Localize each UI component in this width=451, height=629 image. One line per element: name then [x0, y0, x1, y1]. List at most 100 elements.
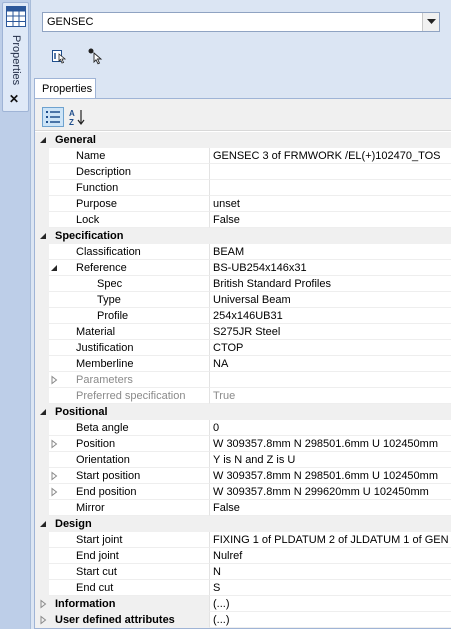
property-value-cell[interactable]: 254x146UB31 — [209, 308, 451, 324]
category-row-information[interactable]: Information (...) — [35, 596, 451, 612]
property-name-cell: Memberline — [49, 356, 209, 372]
property-value: 0 — [213, 422, 220, 434]
expand-arrow-icon[interactable] — [49, 439, 59, 449]
pick-element-icon[interactable] — [86, 46, 106, 66]
property-value-cell[interactable]: CTOP — [209, 340, 451, 356]
category-row-user-defined-attributes[interactable]: User defined attributes (...) — [35, 612, 451, 628]
property-row[interactable]: Beta angle 0 — [35, 420, 451, 436]
property-row[interactable]: Orientation Y is N and Z is U — [35, 452, 451, 468]
property-row[interactable]: Justification CTOP — [35, 340, 451, 356]
property-label: Material — [76, 326, 116, 338]
property-row[interactable]: Reference BS-UB254x146x31 — [35, 260, 451, 276]
property-value-cell[interactable]: S — [209, 580, 451, 596]
property-value-cell[interactable]: NA — [209, 356, 451, 372]
row-gutter — [35, 212, 49, 228]
property-value-cell[interactable]: Universal Beam — [209, 292, 451, 308]
property-row[interactable]: Start position W 309357.8mm N 298501.6mm … — [35, 468, 451, 484]
navigate-up-icon[interactable] — [49, 46, 69, 66]
property-row[interactable]: Function — [35, 180, 451, 196]
collapse-arrow-icon[interactable] — [38, 231, 48, 241]
property-value-cell[interactable]: W 309357.8mm N 299620mm U 102450mm — [209, 484, 451, 500]
property-value-cell[interactable]: N — [209, 564, 451, 580]
property-row[interactable]: Profile 254x146UB31 — [35, 308, 451, 324]
property-row[interactable]: Position W 309357.8mm N 298501.6mm U 1024… — [35, 436, 451, 452]
property-row[interactable]: Description — [35, 164, 451, 180]
property-row[interactable]: Start joint FIXING 1 of PLDATUM 2 of JLDA… — [35, 532, 451, 548]
dropdown-arrow-icon[interactable] — [422, 13, 439, 31]
collapse-arrow-icon[interactable] — [38, 135, 48, 145]
category-value-cell[interactable]: (...) — [209, 612, 451, 628]
property-row[interactable]: End joint Nulref — [35, 548, 451, 564]
property-value-cell[interactable]: False — [209, 212, 451, 228]
property-value-cell[interactable]: W 309357.8mm N 298501.6mm U 102450mm — [209, 436, 451, 452]
expand-arrow-icon[interactable] — [38, 615, 48, 625]
property-row[interactable]: Parameters — [35, 372, 451, 388]
property-row[interactable]: Name GENSEC 3 of FRMWORK /EL(+)102470_TOS — [35, 148, 451, 164]
property-value-cell[interactable]: BS-UB254x146x31 — [209, 260, 451, 276]
category-value-cell[interactable]: (...) — [209, 596, 451, 612]
property-value-cell[interactable]: False — [209, 500, 451, 516]
property-row[interactable]: Start cut N — [35, 564, 451, 580]
property-value-cell[interactable]: unset — [209, 196, 451, 212]
property-value-cell[interactable]: 0 — [209, 420, 451, 436]
property-value-cell[interactable]: Y is N and Z is U — [209, 452, 451, 468]
property-row[interactable]: Material S275JR Steel — [35, 324, 451, 340]
property-name-cell: Name — [49, 148, 209, 164]
property-name-cell: Spec — [49, 276, 209, 292]
property-value: N — [213, 566, 221, 578]
property-row[interactable]: Mirror False — [35, 500, 451, 516]
row-gutter — [35, 292, 49, 308]
property-value: unset — [213, 198, 240, 210]
property-name-cell: Justification — [49, 340, 209, 356]
property-value: Nulref — [213, 550, 243, 562]
property-row[interactable]: End position W 309357.8mm N 299620mm U 10… — [35, 484, 451, 500]
property-row[interactable]: Lock False — [35, 212, 451, 228]
expand-arrow-icon[interactable] — [49, 487, 59, 497]
tab-properties[interactable]: Properties — [34, 78, 96, 99]
property-label: Start joint — [76, 534, 123, 546]
property-value-cell[interactable]: BEAM — [209, 244, 451, 260]
row-gutter — [35, 420, 49, 436]
property-label: Type — [97, 294, 121, 306]
property-row[interactable]: Purpose unset — [35, 196, 451, 212]
row-gutter — [35, 436, 49, 452]
dock-strip: Properties ✕ — [0, 0, 31, 629]
property-value-cell[interactable] — [209, 164, 451, 180]
category-row-specification[interactable]: Specification — [35, 228, 451, 244]
property-name-cell: Reference — [49, 260, 209, 276]
property-value-cell[interactable]: Nulref — [209, 548, 451, 564]
collapse-arrow-icon[interactable] — [38, 519, 48, 529]
property-value-cell[interactable]: W 309357.8mm N 298501.6mm U 102450mm — [209, 468, 451, 484]
svg-text:Z: Z — [69, 118, 74, 127]
property-value-cell[interactable]: British Standard Profiles — [209, 276, 451, 292]
property-value-cell[interactable]: S275JR Steel — [209, 324, 451, 340]
sort-alphabetical-icon[interactable]: A Z — [68, 107, 90, 127]
property-label: Start position — [76, 470, 141, 482]
collapse-arrow-icon[interactable] — [49, 263, 59, 273]
property-row[interactable]: Memberline NA — [35, 356, 451, 372]
property-value: Universal Beam — [213, 294, 291, 306]
property-row[interactable]: Spec British Standard Profiles — [35, 276, 451, 292]
expand-arrow-icon[interactable] — [38, 599, 48, 609]
property-row[interactable]: Preferred specification True — [35, 388, 451, 404]
svg-text:A: A — [69, 109, 75, 118]
property-name-cell: Lock — [49, 212, 209, 228]
element-selector[interactable]: GENSEC — [42, 12, 440, 32]
property-row[interactable]: Type Universal Beam — [35, 292, 451, 308]
property-value-cell[interactable]: GENSEC 3 of FRMWORK /EL(+)102470_TOS — [209, 148, 451, 164]
property-row[interactable]: Classification BEAM — [35, 244, 451, 260]
property-value: GENSEC 3 of FRMWORK /EL(+)102470_TOS — [213, 150, 441, 162]
category-row-general[interactable]: General — [35, 132, 451, 148]
expand-arrow-icon[interactable] — [49, 471, 59, 481]
category-row-design[interactable]: Design — [35, 516, 451, 532]
close-icon[interactable]: ✕ — [9, 93, 19, 105]
property-value-cell[interactable] — [209, 180, 451, 196]
collapse-arrow-icon[interactable] — [38, 407, 48, 417]
property-value-cell[interactable]: True — [209, 388, 451, 404]
category-row-positional[interactable]: Positional — [35, 404, 451, 420]
expand-arrow-icon[interactable] — [49, 375, 59, 385]
categorized-view-icon[interactable] — [42, 107, 64, 127]
property-row[interactable]: End cut S — [35, 580, 451, 596]
property-value-cell[interactable]: FIXING 1 of PLDATUM 2 of JLDATUM 1 of GE… — [209, 532, 451, 548]
property-value-cell[interactable] — [209, 372, 451, 388]
